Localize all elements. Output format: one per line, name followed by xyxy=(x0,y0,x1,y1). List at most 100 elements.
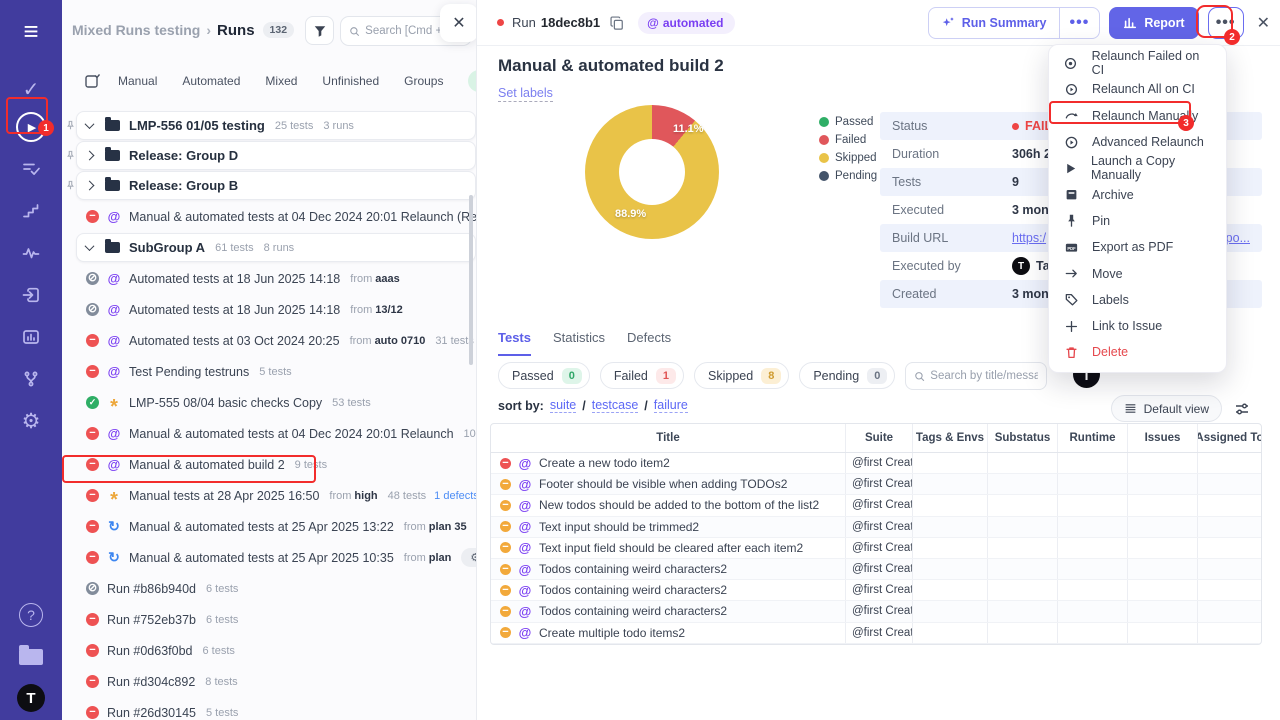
filter-button[interactable] xyxy=(305,16,334,45)
menu-item-advanced-relaunch[interactable]: Advanced Relaunch xyxy=(1049,129,1226,155)
column-tags-envs[interactable]: Tags & Envs xyxy=(913,424,988,452)
tab-today-pill[interactable]: To xyxy=(468,70,477,92)
test-row[interactable]: Create multiple todo items2 @first Creat… xyxy=(491,623,1261,644)
run-list-item[interactable]: Manual & automated tests at 25 Apr 2025 … xyxy=(62,542,476,573)
run-list-item[interactable]: Release: Group D xyxy=(76,141,476,170)
run-list-item[interactable]: Automated tests at 18 Jun 2025 14:18 fro… xyxy=(62,263,476,294)
menu-item-delete[interactable]: Delete xyxy=(1049,339,1226,365)
menu-item-relaunch-failed-ci[interactable]: Relaunch Failed on CI xyxy=(1049,50,1226,76)
run-list-item[interactable]: LMP-556 01/05 testing 25 tests 3 runs xyxy=(76,111,476,140)
branch-icon[interactable] xyxy=(12,362,50,396)
test-row[interactable]: Todos containing weird characters2 @firs… xyxy=(491,559,1261,580)
run-list-item[interactable]: Run #26d30145 5 tests xyxy=(62,697,476,720)
help-icon[interactable]: ? xyxy=(12,598,50,632)
run-list-item[interactable]: Manual & automated tests at 04 Dec 2024 … xyxy=(62,418,476,449)
report-button[interactable]: Report xyxy=(1109,7,1198,39)
menu-icon[interactable]: ≡ xyxy=(12,14,50,48)
analytics-icon[interactable] xyxy=(12,320,50,354)
run-list-item[interactable]: Manual tests at 28 Apr 2025 16:50 fromhi… xyxy=(62,480,476,511)
chevron-icon[interactable] xyxy=(85,151,95,161)
tab-manual[interactable]: Manual xyxy=(118,74,157,88)
run-list-item[interactable]: Run #b86b940d 6 tests xyxy=(62,573,476,604)
test-row[interactable]: Todos containing weird characters2 @firs… xyxy=(491,601,1261,622)
test-row[interactable]: Text input field should be cleared after… xyxy=(491,538,1261,559)
menu-item-relaunch-all-ci[interactable]: Relaunch All on CI xyxy=(1049,76,1226,102)
tab-unfinished[interactable]: Unfinished xyxy=(322,74,379,88)
run-list-item[interactable]: Test Pending testruns 5 tests xyxy=(62,356,476,387)
run-list-item[interactable]: Manual & automated build 2 9 tests xyxy=(62,449,476,480)
projects-icon[interactable] xyxy=(12,640,50,674)
steps-icon[interactable] xyxy=(12,194,50,228)
filter-skipped[interactable]: Skipped8 xyxy=(694,362,789,389)
select-runs-icon[interactable] xyxy=(84,73,100,89)
menu-item-launch-copy[interactable]: Launch a Copy Manually xyxy=(1049,155,1226,181)
run-list-item[interactable]: LMP-555 08/04 basic checks Copy 53 tests xyxy=(62,387,476,418)
tab-groups[interactable]: Groups xyxy=(404,74,443,88)
run-list-item[interactable]: Run #752eb37b 6 tests xyxy=(62,604,476,635)
run-list-item[interactable]: Manual & automated tests at 25 Apr 2025 … xyxy=(62,511,476,542)
build-url-link-end[interactable]: po... xyxy=(1226,231,1250,245)
run-list-item[interactable]: Manual & automated tests at 04 Dec 2024 … xyxy=(62,201,476,232)
breadcrumb-section[interactable]: Runs xyxy=(217,22,255,39)
filter-failed[interactable]: Failed1 xyxy=(600,362,684,389)
run-list-item[interactable]: Run #0d63f0bd 6 tests xyxy=(62,635,476,666)
run-list-item[interactable]: Automated tests at 03 Oct 2024 20:25 fro… xyxy=(62,325,476,356)
run-list-item[interactable]: Release: Group B xyxy=(76,171,476,200)
run-summary-button[interactable]: Run Summary xyxy=(929,16,1059,30)
copy-run-id-button[interactable] xyxy=(610,16,624,30)
close-run-button[interactable]: ✕ xyxy=(1257,13,1270,33)
run-summary-more-button[interactable]: ••• xyxy=(1059,8,1100,38)
pulse-icon[interactable] xyxy=(12,236,50,270)
close-panel-button[interactable]: ✕ xyxy=(440,4,477,42)
tab-mixed[interactable]: Mixed xyxy=(265,74,297,88)
chevron-icon[interactable] xyxy=(85,119,95,129)
filter-pending[interactable]: Pending0 xyxy=(799,362,895,389)
test-row[interactable]: Text input should be trimmed2 @first Cre… xyxy=(491,517,1261,538)
tab-automated[interactable]: Automated xyxy=(182,74,240,88)
import-icon[interactable] xyxy=(12,278,50,312)
column-issues[interactable]: Issues xyxy=(1128,424,1198,452)
test-row[interactable]: Create a new todo item2 @first Create ..… xyxy=(491,453,1261,474)
menu-item-relaunch-manually[interactable]: Relaunch Manually xyxy=(1049,103,1226,129)
tab-tests[interactable]: Tests xyxy=(498,330,531,356)
runs-list-scrollbar[interactable] xyxy=(469,195,473,365)
column-title[interactable]: Title xyxy=(491,424,846,452)
run-list-item[interactable]: Automated tests at 18 Jun 2025 14:18 fro… xyxy=(62,294,476,325)
set-labels-link[interactable]: Set labels xyxy=(498,86,553,102)
defects-link[interactable]: 1 defects xyxy=(434,490,476,502)
column-suite[interactable]: Suite xyxy=(846,424,913,452)
run-list-item[interactable]: SubGroup A 61 tests 8 runs xyxy=(76,233,476,262)
column-assigned-to[interactable]: Assigned To xyxy=(1198,424,1261,452)
chevron-icon[interactable] xyxy=(85,181,95,191)
column-settings-icon[interactable] xyxy=(1234,401,1250,417)
test-row[interactable]: Footer should be visible when adding TOD… xyxy=(491,474,1261,495)
sort-by-testcase-link[interactable]: testcase xyxy=(592,398,639,413)
plans-icon[interactable] xyxy=(12,152,50,186)
menu-item-move[interactable]: Move xyxy=(1049,260,1226,286)
test-row[interactable]: New todos should be added to the bottom … xyxy=(491,495,1261,516)
chevron-icon[interactable] xyxy=(85,241,95,251)
filter-passed[interactable]: Passed0 xyxy=(498,362,590,389)
build-url-link[interactable]: https:/ xyxy=(1012,231,1046,245)
menu-item-link-to-issue[interactable]: Link to Issue xyxy=(1049,313,1226,339)
tests-search-input[interactable] xyxy=(930,370,1038,382)
test-row[interactable]: Todos containing weird characters2 @firs… xyxy=(491,580,1261,601)
run-list-item[interactable]: Run #d304c892 8 tests xyxy=(62,666,476,697)
run-actions-more-button[interactable]: ••• xyxy=(1208,7,1244,39)
sort-by-failure-link[interactable]: failure xyxy=(654,398,688,413)
user-avatar[interactable]: T xyxy=(17,684,45,712)
menu-item-archive[interactable]: Archive xyxy=(1049,181,1226,207)
tests-icon[interactable]: ✓ xyxy=(12,72,50,106)
settings-icon[interactable]: ⚙ xyxy=(12,404,50,438)
menu-item-pin[interactable]: Pin xyxy=(1049,208,1226,234)
menu-item-export-pdf[interactable]: PDF Export as PDF xyxy=(1049,234,1226,260)
default-view-button[interactable]: Default view xyxy=(1111,395,1222,422)
runs-icon[interactable]: ▶ xyxy=(12,110,50,144)
breadcrumb-project[interactable]: Mixed Runs testing xyxy=(72,22,200,38)
tab-defects[interactable]: Defects xyxy=(627,330,671,356)
column-substatus[interactable]: Substatus xyxy=(988,424,1058,452)
menu-item-labels[interactable]: Labels xyxy=(1049,287,1226,313)
tab-statistics[interactable]: Statistics xyxy=(553,330,605,356)
column-runtime[interactable]: Runtime xyxy=(1058,424,1128,452)
sort-by-suite-link[interactable]: suite xyxy=(550,398,576,413)
